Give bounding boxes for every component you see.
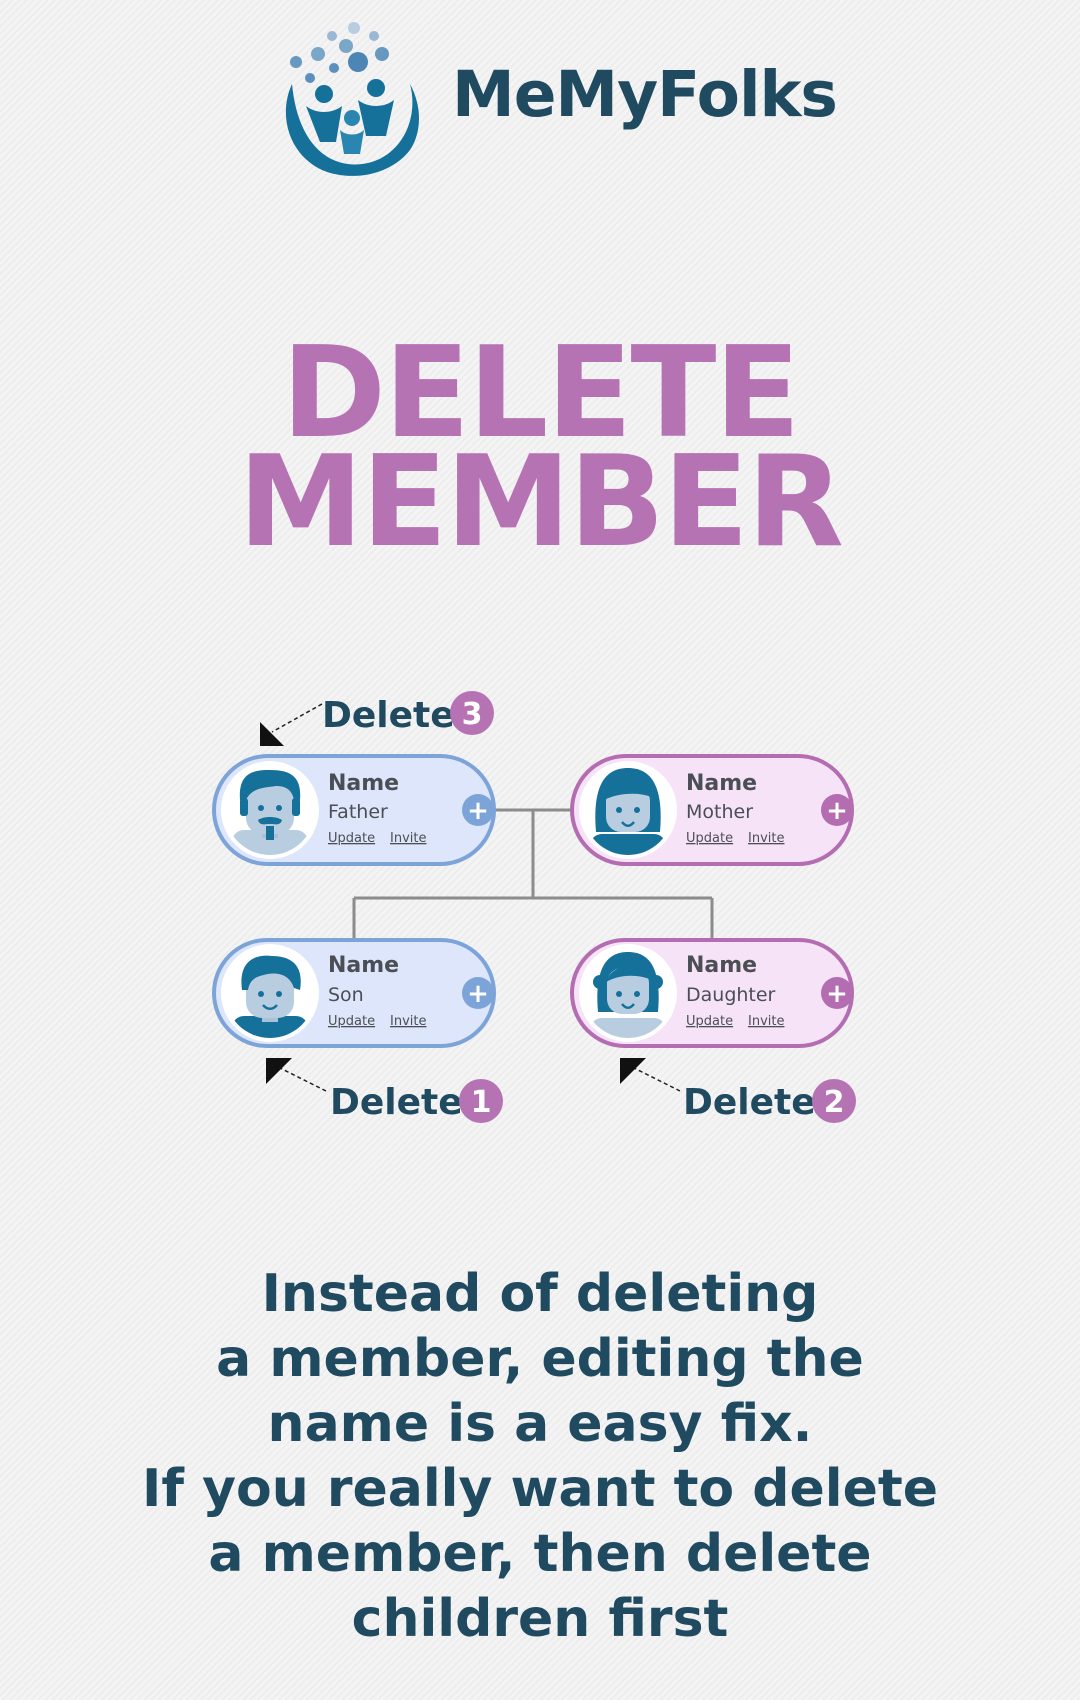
member-card-mother[interactable]: Name Mother Update Invite + <box>570 754 854 866</box>
mother-invite-link[interactable]: Invite <box>748 831 784 846</box>
daughter-name-label: Name <box>686 953 757 978</box>
delete-label-1: Delete <box>330 1082 463 1123</box>
instructions-text: Instead of deleting a member, editing th… <box>0 1262 1080 1652</box>
mother-name-label: Name <box>686 771 757 796</box>
dashed-leader <box>279 1067 327 1092</box>
delete-label-2: Delete <box>683 1082 816 1123</box>
dashed-leader <box>633 1067 681 1092</box>
arrow-pointer-icon <box>266 1058 292 1084</box>
instructions-line-4: If you really want to delete <box>142 1459 938 1519</box>
dashed-leader <box>271 703 323 733</box>
plus-icon: + <box>467 979 489 1009</box>
son-invite-link[interactable]: Invite <box>390 1014 426 1029</box>
arrow-pointer-icon <box>620 1058 646 1084</box>
member-card-father[interactable]: Name Father Update Invite + <box>212 754 496 866</box>
instructions-line-3: name is a easy fix. <box>267 1394 813 1454</box>
daughter-role-label: Daughter <box>686 984 776 1006</box>
instructions-line-2: a member, editing the <box>216 1329 864 1389</box>
instructions-line-5: a member, then delete <box>208 1524 872 1584</box>
plus-icon: + <box>826 979 848 1009</box>
plus-icon: + <box>467 796 489 826</box>
father-update-link[interactable]: Update <box>328 831 375 846</box>
plus-icon: + <box>826 796 848 826</box>
daughter-update-link[interactable]: Update <box>686 1014 733 1029</box>
father-add-button[interactable]: + <box>462 794 494 826</box>
daughter-add-button[interactable]: + <box>821 977 853 1009</box>
son-role-label: Son <box>328 984 364 1006</box>
delete-marker-3: Delete 3 <box>260 691 494 746</box>
arrow-pointer-icon <box>260 722 284 746</box>
daughter-invite-link[interactable]: Invite <box>748 1014 784 1029</box>
son-add-button[interactable]: + <box>462 977 494 1009</box>
father-role-label: Father <box>328 801 388 823</box>
father-name-label: Name <box>328 771 399 796</box>
delete-order-2: 2 <box>824 1085 845 1120</box>
son-name-label: Name <box>328 953 399 978</box>
son-update-link[interactable]: Update <box>328 1014 375 1029</box>
delete-marker-1: Delete 1 <box>266 1058 503 1123</box>
instructions-line-1: Instead of deleting <box>261 1264 819 1324</box>
delete-marker-2: Delete 2 <box>620 1058 856 1123</box>
member-card-daughter[interactable]: Name Daughter Update Invite + <box>570 938 854 1048</box>
mother-update-link[interactable]: Update <box>686 831 733 846</box>
father-invite-link[interactable]: Invite <box>390 831 426 846</box>
member-card-son[interactable]: Name Son Update Invite + <box>212 938 496 1048</box>
instructions-line-6: children first <box>351 1589 729 1649</box>
delete-label-3: Delete <box>322 695 455 736</box>
delete-order-3: 3 <box>462 697 483 732</box>
mother-add-button[interactable]: + <box>821 794 853 826</box>
delete-order-1: 1 <box>471 1085 492 1120</box>
mother-role-label: Mother <box>686 801 753 823</box>
